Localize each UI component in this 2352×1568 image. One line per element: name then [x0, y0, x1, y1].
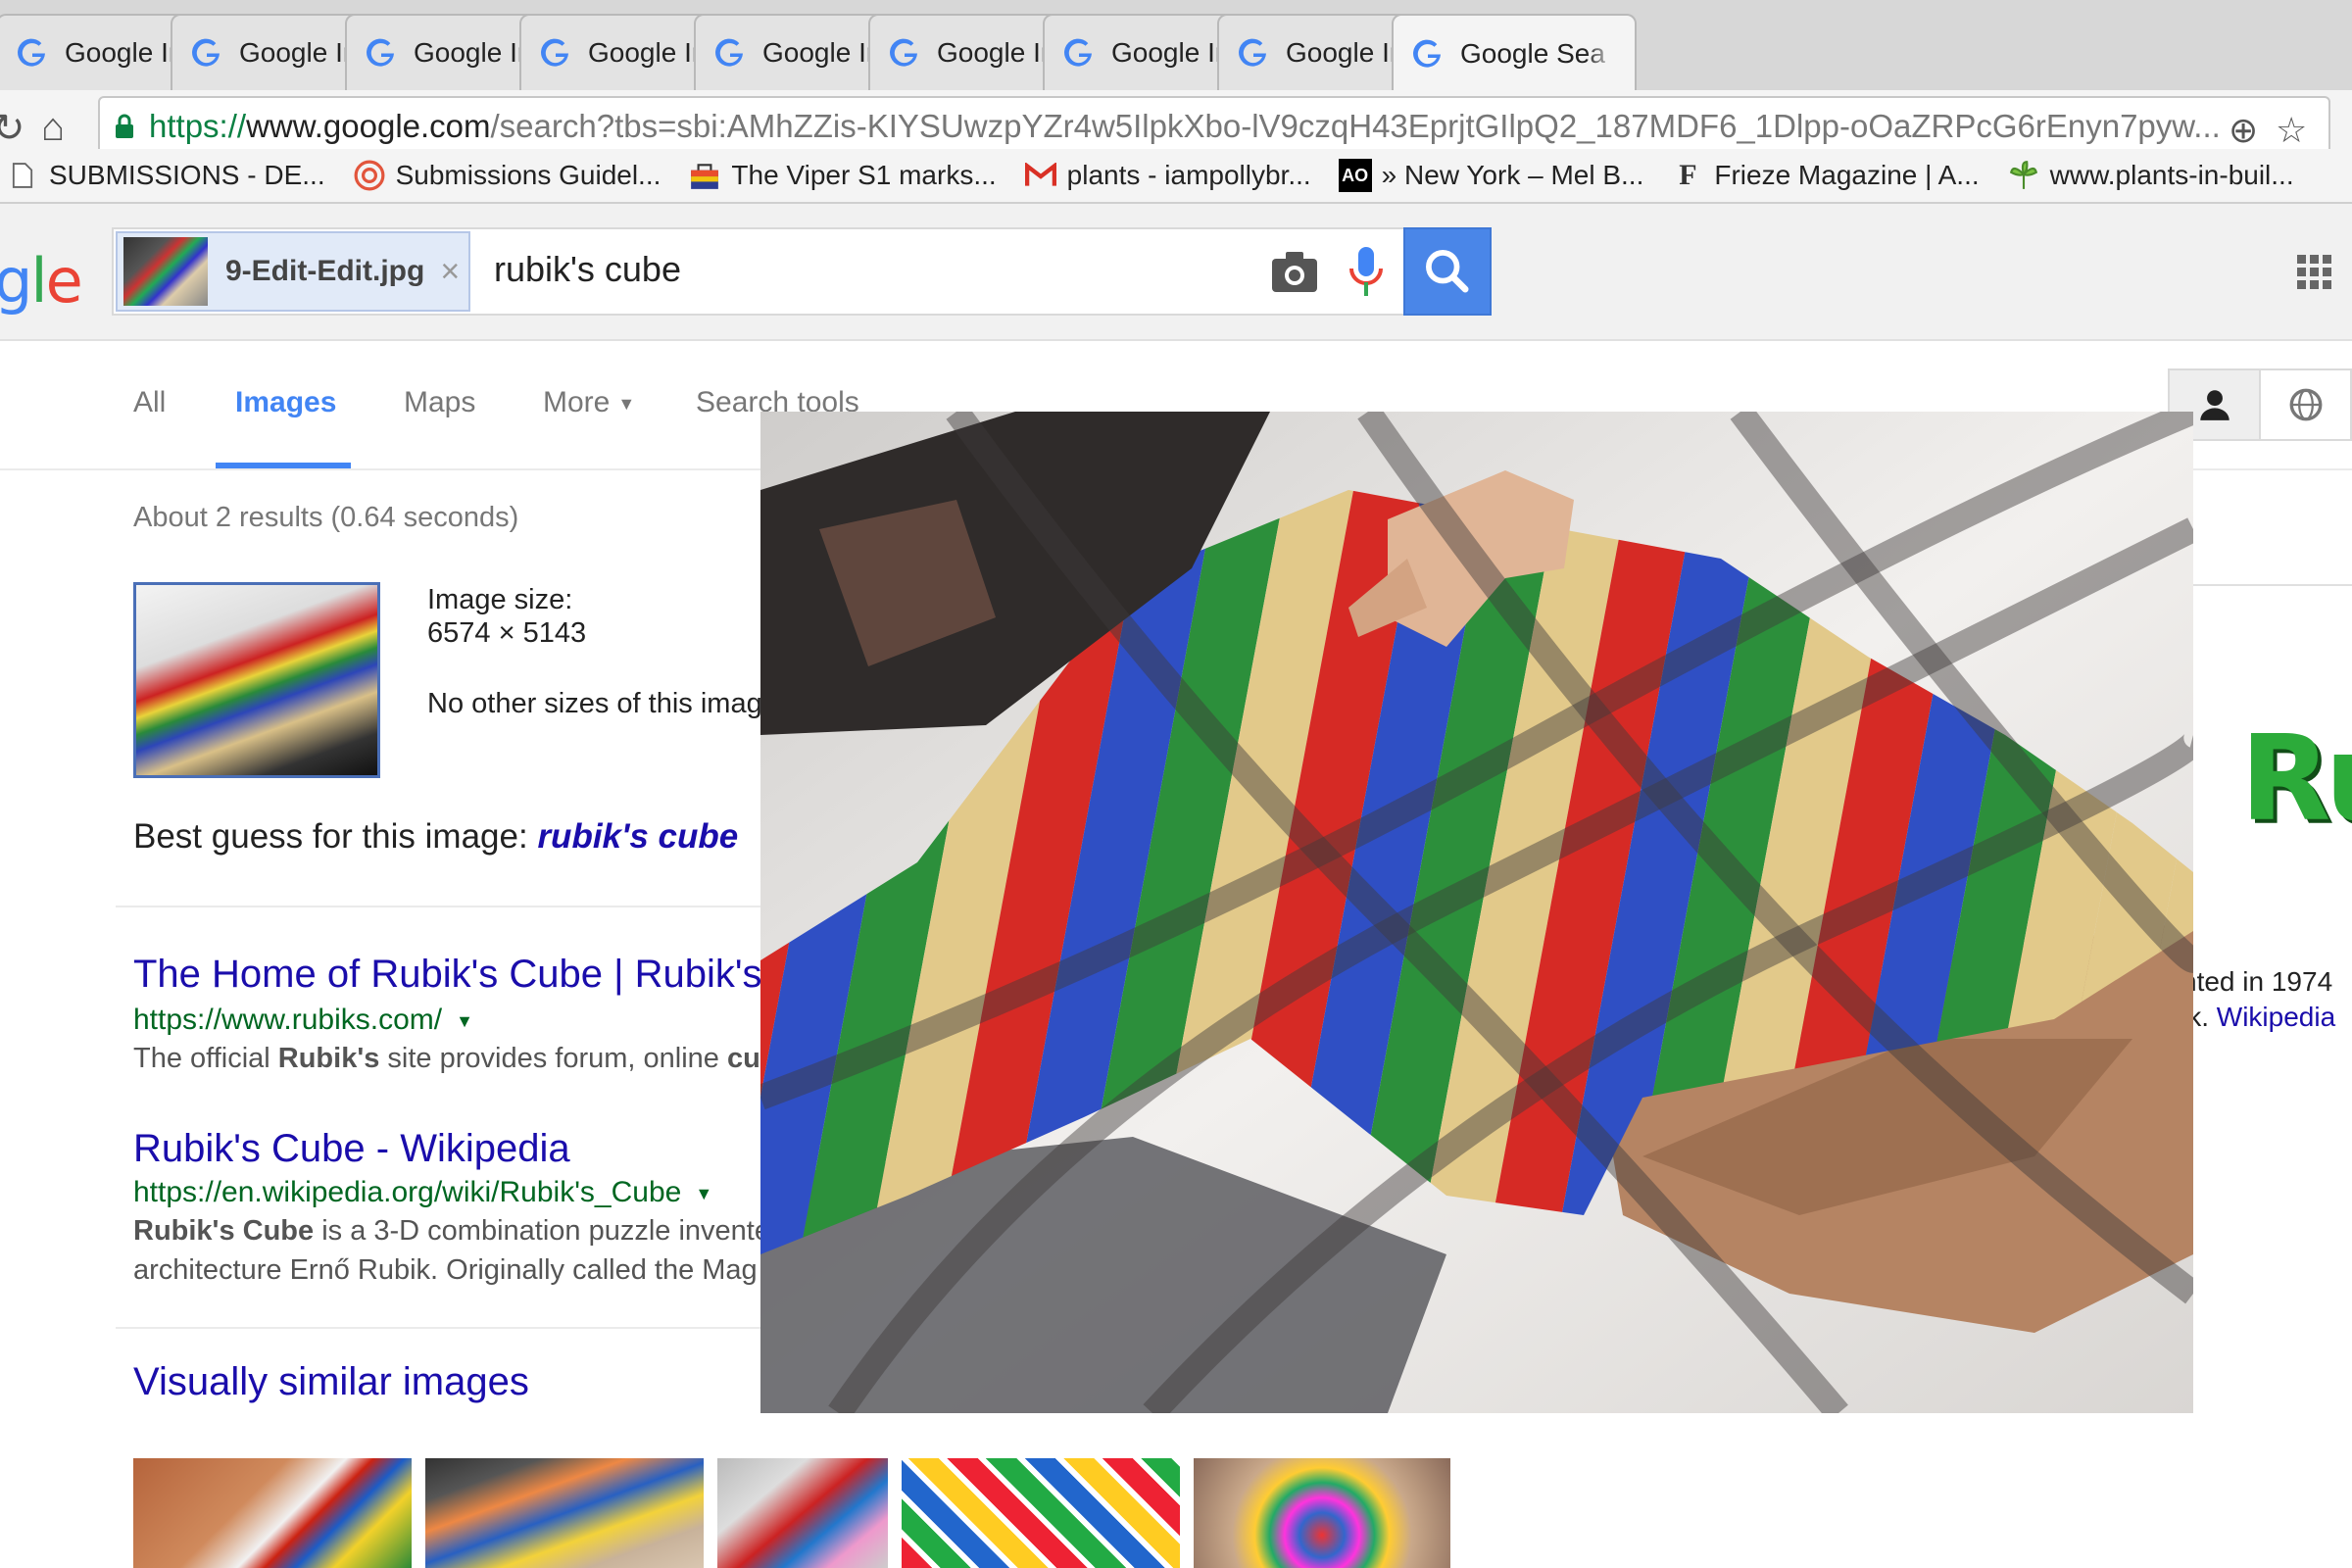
result-title[interactable]: Rubik's Cube - Wikipedia: [133, 1127, 570, 1171]
bookmark-label: www.plants-in-buil...: [2049, 160, 2294, 190]
google-g-icon: [1413, 39, 1441, 68]
knowledge-panel-text: ik. Wikipedia: [2181, 1002, 2336, 1032]
result-url[interactable]: https://www.rubiks.com/ ▼: [133, 1004, 473, 1037]
address-bar[interactable]: https://www.google.com/search?tbs=sbi:AM…: [98, 96, 2330, 157]
plant-icon: [2007, 159, 2040, 192]
overlay-photo: [760, 412, 2193, 1413]
selected-tab-underline: [216, 463, 351, 468]
bookmark-item[interactable]: The Viper S1 marks...: [688, 159, 997, 192]
bookmarks-bar: SUBMISSIONS - DE... Submissions Guidel...…: [0, 149, 2352, 204]
tab-more[interactable]: More ▼: [543, 386, 635, 419]
rubiks-logo[interactable]: Ru: [2240, 711, 2352, 848]
bookmark-item[interactable]: Submissions Guidel...: [353, 159, 662, 192]
apps-grid-icon[interactable]: [2297, 255, 2332, 290]
result-snippet: architecture Ernő Rubik. Originally call…: [133, 1254, 758, 1286]
chip-filename: 9-Edit-Edit.jpg: [225, 255, 425, 287]
tab-title: Google Sea: [1460, 38, 1605, 69]
bookmark-item[interactable]: AO » New York – Mel B...: [1338, 159, 1644, 192]
bookmark-label: plants - iampollybr...: [1066, 160, 1311, 190]
google-g-icon: [715, 38, 743, 67]
url-text: https://www.google.com/search?tbs=sbi:AM…: [149, 108, 2221, 144]
frieze-icon: F: [1679, 159, 1697, 191]
best-guess-link[interactable]: rubik's cube: [537, 817, 738, 856]
knowledge-panel: Ru nted in 1974 ik. Wikipedia: [2181, 584, 2352, 1139]
results-personalization-toggle[interactable]: [2168, 368, 2352, 441]
bookmark-label: Frieze Magazine | A...: [1714, 160, 1980, 190]
best-guess-prefix: Best guess for this image:: [133, 817, 528, 856]
image-size-value: 6574 × 5143: [427, 617, 587, 649]
similar-image[interactable]: [902, 1458, 1180, 1568]
result-url-text: https://en.wikipedia.org/wiki/Rubik's_Cu…: [133, 1176, 682, 1208]
microphone-icon[interactable]: [1347, 245, 1386, 298]
divider: [116, 906, 860, 907]
google-g-icon: [890, 38, 917, 67]
similar-image[interactable]: [1194, 1458, 1450, 1568]
similar-image[interactable]: [133, 1458, 412, 1568]
bookmark-item[interactable]: SUBMISSIONS - DE...: [6, 159, 325, 192]
google-g-icon: [541, 38, 568, 67]
tab-maps[interactable]: Maps: [404, 386, 475, 419]
result-snippet: The official Rubik's site provides forum…: [133, 1043, 760, 1074]
tab-all[interactable]: All: [133, 386, 166, 419]
result-url[interactable]: https://en.wikipedia.org/wiki/Rubik's_Cu…: [133, 1176, 712, 1209]
tab-images[interactable]: Images: [235, 386, 336, 419]
best-guess: Best guess for this image: rubik's cube: [133, 817, 738, 857]
search-button[interactable]: [1403, 227, 1492, 316]
bookmark-item[interactable]: www.plants-in-buil...: [2007, 159, 2294, 192]
bookmark-label: » New York – Mel B...: [1381, 160, 1644, 190]
google-g-icon: [367, 38, 394, 67]
google-header: gle 9-Edit-Edit.jpg × rubik's cube: [0, 204, 2352, 341]
search-box[interactable]: 9-Edit-Edit.jpg × rubik's cube: [112, 227, 1405, 316]
google-g-icon: [18, 38, 45, 67]
bookmark-label: Submissions Guidel...: [395, 160, 662, 190]
result-stats: About 2 results (0.64 seconds): [133, 502, 519, 533]
browser-tab-strip: Google Imag×Google Imag×Google Imag×Goog…: [0, 0, 2352, 90]
bookmark-label: SUBMISSIONS - DE...: [49, 160, 325, 190]
google-logo[interactable]: gle: [0, 245, 83, 317]
home-icon[interactable]: ⌂: [41, 106, 65, 150]
chip-thumbnail: [123, 237, 208, 306]
browser-tab[interactable]: Google Sea: [1392, 14, 1637, 90]
image-size-label: Image size:: [427, 584, 573, 615]
chevron-down-icon[interactable]: ▼: [695, 1184, 712, 1203]
chevron-down-icon: ▼: [617, 393, 636, 414]
globe-icon[interactable]: [2261, 370, 2350, 439]
search-icon: [1426, 250, 1469, 293]
bookmark-label: The Viper S1 marks...: [731, 160, 997, 190]
photo-striped-sweater: [760, 412, 2193, 1413]
reload-icon[interactable]: ↻: [0, 106, 25, 151]
camera-icon[interactable]: [1270, 249, 1319, 294]
similar-image[interactable]: [717, 1458, 888, 1568]
location-icon[interactable]: ⊕: [2229, 110, 2258, 151]
page-icon: [6, 159, 39, 192]
google-g-icon: [1239, 38, 1266, 67]
tab-more-label: More: [543, 386, 611, 418]
bookmark-item[interactable]: plants - iampollybr...: [1024, 159, 1311, 192]
google-g-icon: [192, 38, 220, 67]
search-image-chip[interactable]: 9-Edit-Edit.jpg ×: [116, 231, 470, 312]
chip-close-icon[interactable]: ×: [440, 253, 460, 291]
knowledge-panel-text: nted in 1974: [2181, 966, 2333, 997]
star-icon[interactable]: ☆: [2276, 110, 2307, 151]
wikipedia-link[interactable]: Wikipedia: [2217, 1002, 2335, 1032]
bookmark-item[interactable]: F Frieze Magazine | A...: [1671, 159, 1979, 192]
google-g-icon: [1064, 38, 1092, 67]
result-snippet: Rubik's Cube is a 3-D combination puzzle…: [133, 1215, 770, 1247]
similar-images-heading[interactable]: Visually similar images: [133, 1360, 529, 1404]
gmail-icon: [1024, 159, 1057, 192]
chevron-down-icon[interactable]: ▼: [456, 1011, 473, 1031]
swirl-icon: [353, 159, 386, 192]
result-url-text: https://www.rubiks.com/: [133, 1004, 443, 1036]
similar-image[interactable]: [425, 1458, 704, 1568]
ao-icon: AO: [1338, 159, 1372, 192]
bag-icon: [688, 159, 721, 192]
result-title[interactable]: The Home of Rubik's Cube | Rubik's: [133, 953, 761, 997]
lock-icon: [116, 114, 133, 138]
query-image-thumbnail[interactable]: [133, 582, 380, 778]
divider: [116, 1327, 860, 1329]
search-query[interactable]: rubik's cube: [494, 249, 681, 290]
